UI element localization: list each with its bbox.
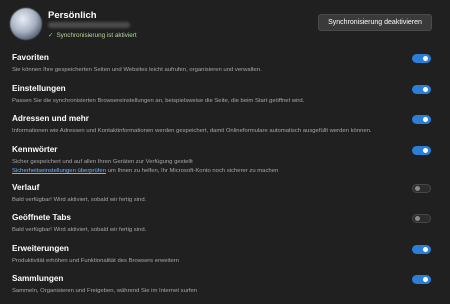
setting-description: Sammeln, Organisieren und Freigeben, wäh…: [12, 288, 197, 294]
setting-link-line: Sicherheitseinstellungen überprüfen um I…: [12, 167, 278, 175]
addresses-toggle[interactable]: [412, 115, 431, 124]
sync-status-text: Synchronisierung ist aktiviert: [56, 31, 137, 39]
setting-row-history: Verlauf Bald verfügbar! Wird aktiviert, …: [0, 183, 450, 213]
collections-toggle[interactable]: [412, 275, 431, 284]
setting-title: Favoriten: [12, 53, 49, 62]
open-tabs-toggle[interactable]: [412, 214, 431, 223]
setting-row-passwords: Kennwörter Sicher gespeichert und auf al…: [0, 145, 450, 177]
link-suffix-text: um Ihnen zu helfen, Ihr Microsoft-Konto …: [106, 168, 279, 174]
setting-title: Verlauf: [12, 183, 40, 192]
setting-row-open-tabs: Geöffnete Tabs Bald verfügbar! Wird akti…: [0, 213, 450, 243]
check-icon: ✓: [48, 32, 54, 39]
setting-description: Bald verfügbar! Wird aktiviert, sobald w…: [12, 197, 147, 203]
toggle-knob: [423, 56, 428, 61]
security-settings-link[interactable]: Sicherheitseinstellungen überprüfen: [12, 168, 106, 174]
avatar: [10, 8, 42, 40]
setting-description: Passen Sie die synchronisierten Browsere…: [12, 98, 305, 104]
passwords-toggle[interactable]: [412, 146, 431, 155]
setting-title: Sammlungen: [12, 274, 64, 283]
favorites-toggle[interactable]: [412, 54, 431, 63]
toggle-knob: [415, 186, 420, 191]
setting-row-collections: Sammlungen Sammeln, Organisieren und Fre…: [0, 274, 450, 304]
history-toggle[interactable]: [412, 184, 431, 193]
extensions-toggle[interactable]: [412, 245, 431, 254]
setting-description: Produktivität erhöhen und Funktionalität…: [12, 258, 179, 264]
profile-email-redacted: [48, 22, 130, 28]
settings-toggle[interactable]: [412, 85, 431, 94]
toggle-knob: [415, 216, 420, 221]
profile-header: Persönlich ✓ Synchronisierung ist aktivi…: [0, 0, 450, 48]
disable-sync-button[interactable]: Synchronisierung deaktivieren: [318, 14, 432, 31]
profile-name: Persönlich: [48, 10, 97, 21]
setting-row-addresses: Adressen und mehr Informationen wie Adre…: [0, 114, 450, 144]
toggle-knob: [423, 277, 428, 282]
setting-description: Sie können Ihre gespeicherten Seiten und…: [12, 67, 262, 73]
toggle-knob: [423, 148, 428, 153]
toggle-knob: [423, 117, 428, 122]
toggle-knob: [423, 247, 428, 252]
setting-description: Bald verfügbar! Wird aktiviert, sobald w…: [12, 227, 147, 233]
setting-description: Sicher gespeichert und auf allen Ihren G…: [12, 159, 193, 165]
toggle-knob: [423, 87, 428, 92]
setting-title: Erweiterungen: [12, 244, 69, 253]
setting-row-favorites: Favoriten Sie können Ihre gespeicherten …: [0, 53, 450, 83]
setting-row-extensions: Erweiterungen Produktivität erhöhen und …: [0, 244, 450, 274]
setting-title: Kennwörter: [12, 145, 58, 154]
setting-description: Informationen wie Adressen und Kontaktin…: [12, 128, 372, 134]
setting-title: Geöffnete Tabs: [12, 213, 71, 222]
setting-row-settings: Einstellungen Passen Sie die synchronisi…: [0, 84, 450, 114]
setting-title: Einstellungen: [12, 84, 66, 93]
setting-title: Adressen und mehr: [12, 114, 89, 123]
sync-status: ✓ Synchronisierung ist aktiviert: [48, 31, 137, 40]
